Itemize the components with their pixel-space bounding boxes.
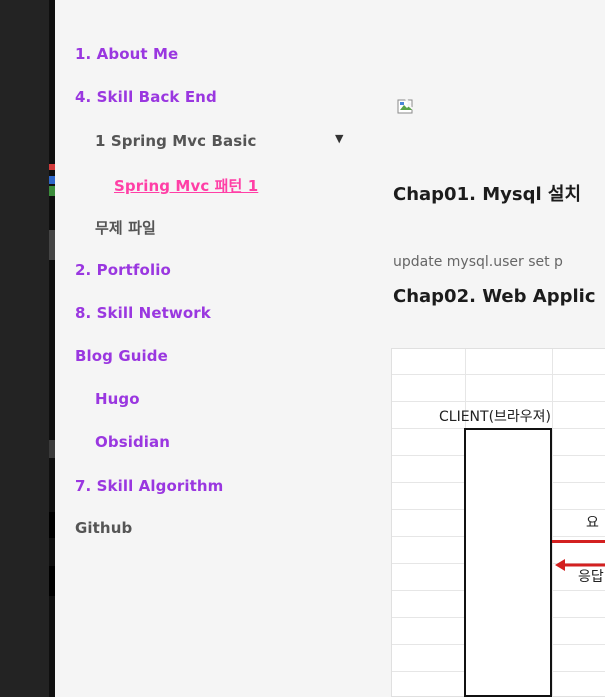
client-label: CLIENT(브라우져) — [439, 409, 552, 425]
grid-line — [392, 374, 605, 375]
sidebar-item-skill-algorithm[interactable]: 7. Skill Algorithm — [75, 477, 223, 495]
chapter-heading-web-app: Chap02. Web Applic — [393, 286, 596, 307]
sidebar-item-untitled-file[interactable]: 무제 파일 — [95, 217, 156, 238]
sidebar-item-github[interactable]: Github — [75, 519, 132, 537]
sidebar-item-skill-network[interactable]: 8. Skill Network — [75, 304, 211, 322]
sidebar-item-spring-mvc-basic[interactable]: 1 Spring Mvc Basic — [95, 132, 257, 150]
sidebar-item-blog-guide[interactable]: Blog Guide — [75, 347, 168, 365]
sidebar-item-spring-mvc-pattern-1[interactable]: Spring Mvc 패턴 1 — [114, 175, 258, 196]
response-label: 응답 — [578, 569, 604, 585]
request-label: 요 — [586, 515, 599, 531]
chapter-heading-mysql: Chap01. Mysql 설치 — [393, 184, 582, 205]
sidebar-item-hugo[interactable]: Hugo — [95, 390, 140, 408]
sidebar-item-skill-back-end[interactable]: 4. Skill Back End — [75, 88, 217, 106]
client-box — [464, 428, 552, 697]
sidebar-item-portfolio[interactable]: 2. Portfolio — [75, 261, 171, 279]
sidebar-item-about-me[interactable]: 1. About Me — [75, 45, 178, 63]
sidebar-item-obsidian[interactable]: Obsidian — [95, 433, 170, 451]
request-arrow — [552, 540, 605, 543]
sidebar-nav: 1. About Me 4. Skill Back End 1 Spring M… — [55, 0, 365, 697]
code-line: update mysql.user set p — [393, 254, 563, 270]
chevron-down-icon[interactable]: ▼ — [335, 132, 343, 145]
grid-line — [392, 401, 605, 402]
dark-side-panel — [0, 0, 55, 697]
broken-image-icon — [397, 98, 414, 114]
